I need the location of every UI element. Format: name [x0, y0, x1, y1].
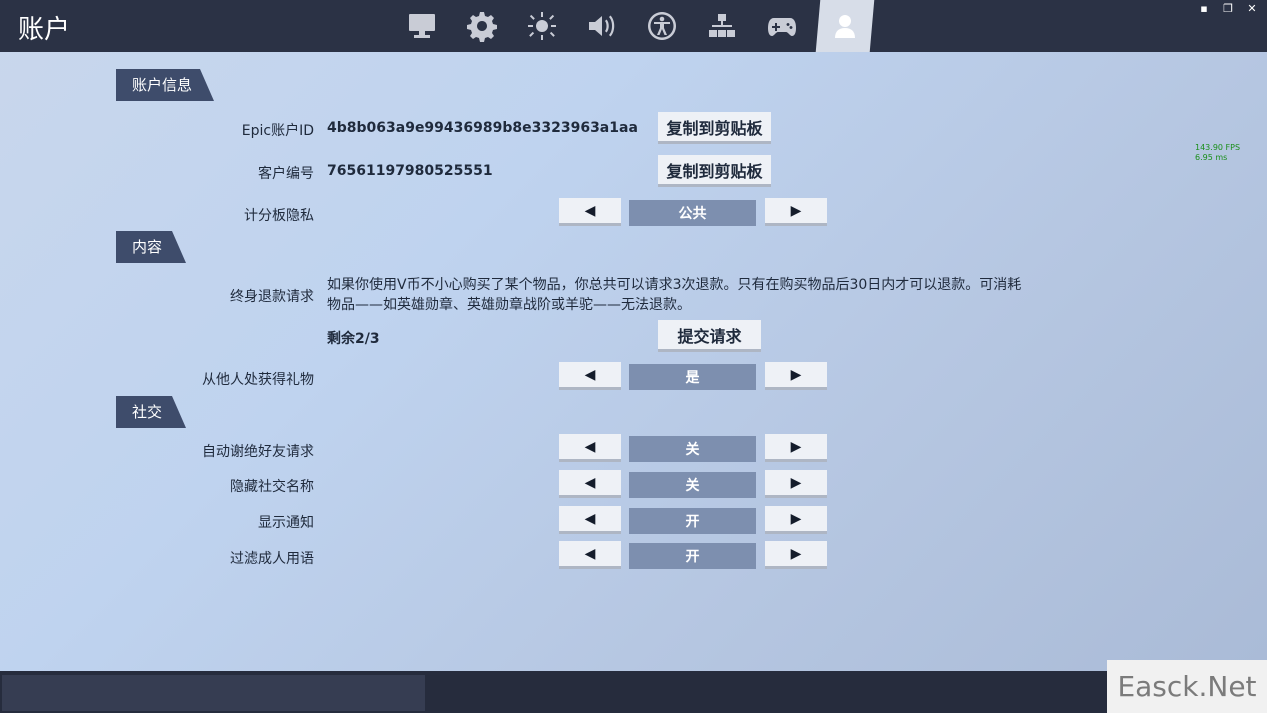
auto-decline-prev-button[interactable]: ◀ [559, 434, 621, 462]
restore-icon[interactable]: ❐ [1221, 2, 1235, 15]
scoreboard-privacy-value: 公共 [629, 200, 756, 226]
tab-video[interactable] [392, 0, 452, 52]
fps-counter: 143.90 FPS 6.95 ms [1195, 143, 1240, 163]
scoreboard-next-button[interactable]: ▶ [765, 198, 827, 226]
gift-label: 从他人处获得礼物 [202, 372, 314, 388]
gamepad-icon [768, 18, 796, 36]
refund-remaining: 剩余2/3 [327, 331, 380, 347]
show-notify-value: 开 [629, 508, 756, 534]
accessibility-icon [648, 12, 677, 40]
tab-game[interactable] [452, 0, 512, 52]
gift-prev-button[interactable]: ◀ [559, 362, 621, 390]
filter-prev-button[interactable]: ◀ [559, 541, 621, 569]
section-account-info: 账户信息 [116, 69, 214, 101]
settings-tabs [392, 0, 875, 52]
epic-id-value: 4b8b063a9e99436989b8e3323963a1aa [327, 120, 638, 136]
hide-name-prev-button[interactable]: ◀ [559, 470, 621, 498]
brightness-icon [528, 12, 556, 40]
section-social: 社交 [116, 396, 186, 428]
customer-id-label: 客户编号 [258, 166, 314, 182]
network-icon [709, 14, 735, 37]
watermark: Easck.Net [1107, 660, 1267, 713]
frame-time-text: 6.95 ms [1195, 153, 1228, 162]
tab-controller[interactable] [752, 0, 812, 52]
epic-id-label: Epic账户ID [241, 123, 314, 139]
section-content: 内容 [116, 231, 186, 263]
gift-value: 是 [629, 364, 756, 390]
monitor-icon [409, 14, 435, 38]
tab-account[interactable] [815, 0, 875, 52]
auto-decline-value: 关 [629, 436, 756, 462]
refund-description: 如果你使用V币不小心购买了某个物品，你总共可以请求3次退款。只有在购买物品后30… [327, 277, 1022, 313]
auto-decline-next-button[interactable]: ▶ [765, 434, 827, 462]
hide-name-value: 关 [629, 472, 756, 498]
page-title: 账户 [18, 15, 71, 45]
hide-name-label: 隐藏社交名称 [230, 479, 314, 495]
tab-brightness[interactable] [512, 0, 572, 52]
show-notify-next-button[interactable]: ▶ [765, 506, 827, 534]
window-controls: ▪ ❐ ✕ [1197, 2, 1259, 15]
copy-epic-id-button[interactable]: 复制到剪贴板 [658, 112, 771, 144]
tab-audio[interactable] [572, 0, 632, 52]
submit-request-button[interactable]: 提交请求 [658, 320, 761, 352]
close-icon[interactable]: ✕ [1245, 2, 1259, 15]
scoreboard-privacy-label: 计分板隐私 [244, 208, 314, 224]
minimize-icon[interactable]: ▪ [1197, 2, 1211, 15]
show-notify-prev-button[interactable]: ◀ [559, 506, 621, 534]
copy-customer-id-button[interactable]: 复制到剪贴板 [658, 155, 771, 187]
filter-label: 过滤成人用语 [230, 551, 314, 567]
gear-icon [467, 12, 497, 42]
refund-request-label: 终身退款请求 [230, 289, 314, 305]
auto-decline-label: 自动谢绝好友请求 [202, 444, 314, 460]
customer-id-value: 76561197980525551 [327, 163, 493, 179]
tab-accessibility[interactable] [632, 0, 692, 52]
gift-next-button[interactable]: ▶ [765, 362, 827, 390]
fps-text: 143.90 FPS [1195, 143, 1241, 152]
tab-network[interactable] [692, 0, 752, 52]
scoreboard-prev-button[interactable]: ◀ [559, 198, 621, 226]
filter-next-button[interactable]: ▶ [765, 541, 827, 569]
show-notify-label: 显示通知 [258, 515, 314, 531]
filter-value: 开 [629, 543, 756, 569]
user-icon [835, 15, 855, 38]
chat-input[interactable] [2, 675, 425, 711]
hide-name-next-button[interactable]: ▶ [765, 470, 827, 498]
speaker-icon [589, 15, 615, 37]
